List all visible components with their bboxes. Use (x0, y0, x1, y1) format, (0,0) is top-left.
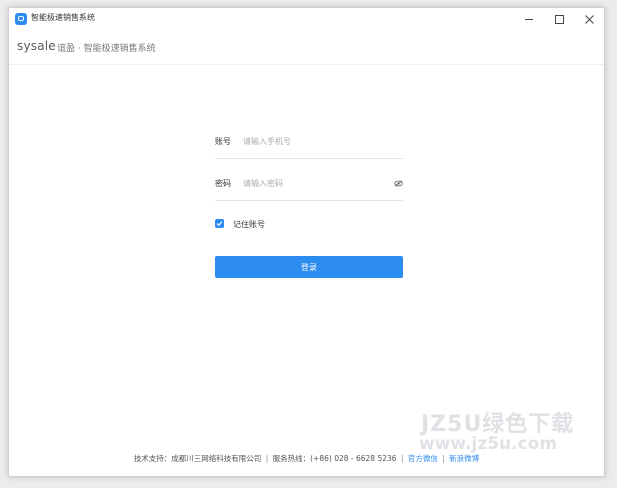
window-title: 智能极速销售系统 (31, 13, 95, 22)
close-icon (585, 15, 594, 24)
login-form: 账号 密码 记住账号 登录 (215, 128, 403, 278)
app-icon (15, 13, 27, 25)
remember-row: 记住账号 (215, 217, 403, 231)
password-field: 密码 (215, 170, 403, 201)
app-subtitle: 谊盈 · 智能极速销售系统 (57, 44, 156, 54)
footer-separator: | (400, 454, 404, 463)
watermark-url: www.jz5u.com (419, 434, 558, 454)
password-input[interactable] (243, 175, 383, 191)
minimize-button[interactable] (514, 8, 544, 30)
app-window: 智能极速销售系统 sysale 谊盈 · 智能极速销售系统 账号 密码 (8, 7, 605, 477)
footer-hotline: 服务热线：(+86) 028 - 6628 5236 (272, 454, 397, 463)
app-header: sysale 谊盈 · 智能极速销售系统 (9, 30, 604, 65)
close-button[interactable] (574, 8, 604, 30)
eye-icon[interactable] (394, 180, 403, 187)
remember-label: 记住账号 (233, 220, 265, 229)
footer-support: 技术支持：成都川三网络科技有限公司 (133, 454, 262, 463)
account-label: 账号 (215, 137, 231, 146)
footer-separator: | (265, 454, 269, 463)
account-field: 账号 (215, 128, 403, 159)
login-button[interactable]: 登录 (215, 256, 403, 278)
password-label: 密码 (215, 179, 231, 188)
account-input[interactable] (243, 133, 383, 149)
title-bar[interactable]: 智能极速销售系统 (9, 8, 604, 30)
remember-checkbox[interactable] (215, 219, 224, 228)
checkmark-icon (216, 221, 223, 227)
watermark: JZ5U绿色下载 www.jz5u.com (415, 406, 595, 462)
logo: sysale (17, 39, 56, 53)
maximize-button[interactable] (544, 8, 574, 30)
